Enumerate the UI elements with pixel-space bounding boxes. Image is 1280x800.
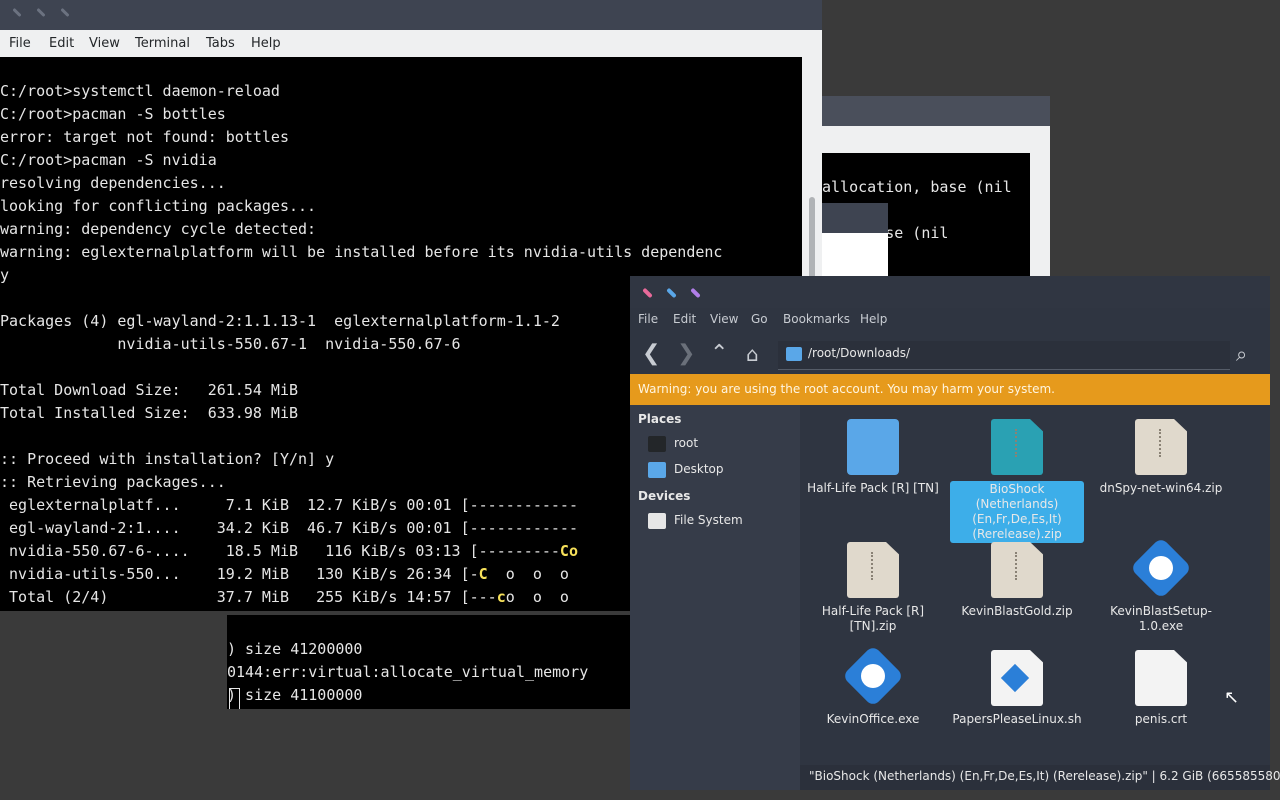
home-folder-icon: [648, 436, 666, 452]
menu-file[interactable]: File: [638, 312, 658, 326]
file-item[interactable]: PapersPleaseLinux.sh: [950, 650, 1084, 727]
file-item[interactable]: BioShock (Netherlands) (En,Fr,De,Es,It) …: [950, 419, 1084, 543]
file-manager-titlebar[interactable]: [630, 276, 1270, 308]
sidebar-item-root[interactable]: root: [674, 436, 698, 450]
menu-file[interactable]: File: [9, 36, 31, 51]
terminal-titlebar[interactable]: [0, 0, 822, 30]
drive-icon: [648, 513, 666, 529]
terminal-window-2: ) size 41200000 0144:err:virtual:allocate…: [0, 611, 640, 709]
file-item[interactable]: penis.crt: [1094, 650, 1228, 727]
background-window[interactable]: allocation, base (nil ion, base (nil: [822, 96, 1050, 276]
terminal-line: allocation, base (nil: [822, 178, 1012, 196]
file-item[interactable]: dnSpy-net-win64.zip: [1094, 419, 1228, 496]
terminal-line: C:/root>systemctl daemon-reload: [0, 82, 280, 100]
zip-icon: [847, 542, 899, 598]
file-manager-window: File Edit View Go Bookmarks Help ❮ ❯ ⌃ ⌂…: [630, 276, 1280, 790]
file-item[interactable]: Half-Life Pack [R] [TN].zip: [806, 542, 940, 634]
sidebar: Places root Desktop Devices File System: [630, 405, 800, 790]
document-icon: [1135, 650, 1187, 706]
terminal-menubar: File Edit View Terminal Tabs Help: [0, 30, 822, 58]
pacman-progress: c: [496, 588, 506, 606]
menu-view[interactable]: View: [89, 36, 120, 51]
up-icon[interactable]: ⌃: [710, 342, 728, 366]
downloads-folder-icon: [786, 347, 802, 361]
menu-edit[interactable]: Edit: [49, 36, 74, 51]
close-icon[interactable]: [12, 7, 22, 18]
file-label: Half-Life Pack [R] [TN]: [807, 481, 939, 495]
file-item[interactable]: Half-Life Pack [R] [TN]: [806, 419, 940, 496]
executable-gear-icon: [841, 644, 905, 708]
places-header: Places: [638, 412, 682, 426]
mouse-cursor-icon: ↖: [1224, 687, 1240, 708]
search-icon[interactable]: ⌕: [1236, 342, 1247, 366]
terminal-line: error: target not found: bottles: [0, 128, 289, 146]
menu-go[interactable]: Go: [751, 312, 768, 326]
terminal-line: warning: dependency cycle detected:: [0, 220, 317, 238]
background-panel-white: [822, 233, 888, 276]
terminal-line: resolving dependencies...: [0, 174, 226, 192]
file-grid: Half-Life Pack [R] [TN] BioShock (Nether…: [800, 405, 1270, 765]
zip-icon: [1135, 419, 1187, 475]
menu-bookmarks[interactable]: Bookmarks: [783, 312, 850, 326]
file-item[interactable]: KevinOffice.exe: [806, 644, 940, 727]
terminal2-output[interactable]: ) size 41200000 0144:err:virtual:allocate…: [227, 615, 640, 709]
file-label: KevinBlastGold.zip: [961, 604, 1073, 618]
zip-icon: [991, 419, 1043, 475]
file-item[interactable]: KevinBlastSetup-1.0.exe: [1094, 536, 1228, 634]
terminal-line: warning: eglexternalplatform will be ins…: [0, 243, 723, 261]
zip-icon: [991, 542, 1043, 598]
terminal-line: C:/root>pacman -S bottles: [0, 105, 226, 123]
script-icon: [991, 650, 1043, 706]
status-bar: "BioShock (Netherlands) (En,Fr,De,Es,It)…: [800, 765, 1280, 790]
location-path: /root/Downloads/: [808, 346, 911, 360]
file-label: PapersPleaseLinux.sh: [952, 712, 1082, 726]
back-icon[interactable]: ❮: [642, 342, 660, 366]
minimize-icon[interactable]: [666, 287, 677, 299]
close-icon[interactable]: [642, 287, 653, 299]
file-label: KevinBlastSetup-1.0.exe: [1110, 604, 1212, 633]
menu-help[interactable]: Help: [251, 36, 281, 51]
background-titlebar[interactable]: [822, 96, 1050, 126]
location-bar[interactable]: /root/Downloads/: [778, 341, 1230, 370]
pacman-progress: C: [478, 565, 488, 583]
file-item[interactable]: KevinBlastGold.zip: [950, 542, 1084, 619]
text-cursor: [229, 688, 240, 709]
terminal-line: looking for conflicting packages...: [0, 197, 317, 215]
devices-header: Devices: [638, 489, 691, 503]
desktop-icon: [648, 462, 666, 478]
file-label: Half-Life Pack [R] [TN].zip: [821, 604, 925, 633]
maximize-icon[interactable]: [60, 7, 70, 18]
pacman-progress: Co: [559, 542, 578, 560]
sidebar-item-desktop[interactable]: Desktop: [674, 462, 724, 476]
warning-text: Warning: you are using the root account.…: [638, 382, 1055, 396]
menu-view[interactable]: View: [710, 312, 738, 326]
menu-help[interactable]: Help: [860, 312, 887, 326]
file-label: BioShock (Netherlands) (En,Fr,De,Es,It) …: [950, 481, 1084, 543]
terminal-line: 0144:err:virtual:allocate_virtual_memory: [227, 663, 589, 681]
sidebar-item-file-system[interactable]: File System: [674, 513, 743, 527]
menu-edit[interactable]: Edit: [673, 312, 696, 326]
status-text: "BioShock (Netherlands) (En,Fr,De,Es,It)…: [809, 769, 1280, 783]
terminal-line: ) size 41200000: [227, 640, 363, 658]
home-icon[interactable]: ⌂: [746, 342, 759, 366]
maximize-icon[interactable]: [690, 287, 701, 299]
file-label: penis.crt: [1134, 712, 1188, 726]
file-label: dnSpy-net-win64.zip: [1099, 481, 1223, 495]
terminal-line: ) size 41100000: [227, 686, 363, 704]
menu-terminal[interactable]: Terminal: [135, 36, 190, 51]
forward-icon[interactable]: ❯: [677, 342, 695, 366]
background-menubar: [822, 126, 1050, 153]
file-label: KevinOffice.exe: [826, 712, 920, 726]
executable-gear-icon: [1129, 536, 1193, 600]
root-warning-banner: Warning: you are using the root account.…: [630, 374, 1270, 405]
folder-icon: [847, 419, 899, 475]
terminal-line: C:/root>pacman -S nvidia: [0, 151, 217, 169]
menu-tabs[interactable]: Tabs: [206, 36, 235, 51]
background-panel: [822, 203, 888, 233]
minimize-icon[interactable]: [36, 7, 46, 18]
background-scrollbar[interactable]: [1030, 153, 1050, 276]
